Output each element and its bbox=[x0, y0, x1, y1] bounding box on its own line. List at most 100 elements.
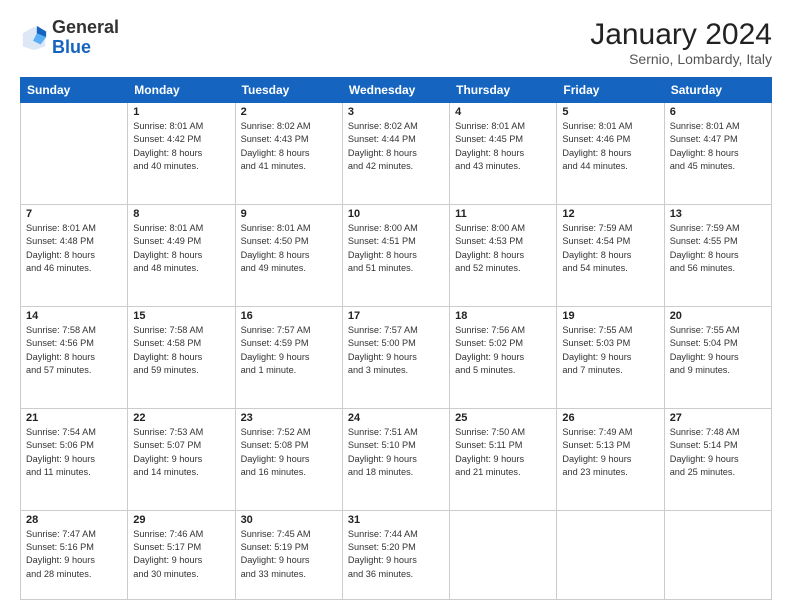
weekday-header-row: Sunday Monday Tuesday Wednesday Thursday… bbox=[21, 78, 772, 103]
day-number: 29 bbox=[133, 514, 229, 526]
cell-w5-d5 bbox=[557, 510, 664, 599]
cell-w2-d6: 13 Sunrise: 7:59 AMSunset: 4:55 PMDayligh… bbox=[664, 204, 771, 306]
day-number: 20 bbox=[670, 310, 766, 322]
day-info: Sunrise: 8:01 AMSunset: 4:50 PMDaylight:… bbox=[241, 222, 337, 275]
logo: General Blue bbox=[20, 18, 119, 58]
day-info: Sunrise: 8:00 AMSunset: 4:53 PMDaylight:… bbox=[455, 222, 551, 275]
week-row-1: 1 Sunrise: 8:01 AMSunset: 4:42 PMDaylight… bbox=[21, 103, 772, 205]
cell-w1-d0 bbox=[21, 103, 128, 205]
cell-w3-d0: 14 Sunrise: 7:58 AMSunset: 4:56 PMDayligh… bbox=[21, 306, 128, 408]
day-info: Sunrise: 7:47 AMSunset: 5:16 PMDaylight:… bbox=[26, 528, 122, 581]
cell-w1-d2: 2 Sunrise: 8:02 AMSunset: 4:43 PMDaylight… bbox=[235, 103, 342, 205]
day-number: 5 bbox=[562, 106, 658, 118]
cell-w1-d1: 1 Sunrise: 8:01 AMSunset: 4:42 PMDaylight… bbox=[128, 103, 235, 205]
cell-w4-d2: 23 Sunrise: 7:52 AMSunset: 5:08 PMDayligh… bbox=[235, 408, 342, 510]
header-monday: Monday bbox=[128, 78, 235, 103]
day-number: 9 bbox=[241, 208, 337, 220]
day-info: Sunrise: 7:57 AMSunset: 4:59 PMDaylight:… bbox=[241, 324, 337, 377]
cell-w3-d3: 17 Sunrise: 7:57 AMSunset: 5:00 PMDayligh… bbox=[342, 306, 449, 408]
day-number: 12 bbox=[562, 208, 658, 220]
logo-text: General Blue bbox=[52, 18, 119, 58]
day-number: 6 bbox=[670, 106, 766, 118]
header-friday: Friday bbox=[557, 78, 664, 103]
cell-w3-d5: 19 Sunrise: 7:55 AMSunset: 5:03 PMDayligh… bbox=[557, 306, 664, 408]
day-info: Sunrise: 7:58 AMSunset: 4:58 PMDaylight:… bbox=[133, 324, 229, 377]
day-number: 11 bbox=[455, 208, 551, 220]
day-number: 30 bbox=[241, 514, 337, 526]
day-info: Sunrise: 7:55 AMSunset: 5:03 PMDaylight:… bbox=[562, 324, 658, 377]
day-info: Sunrise: 7:44 AMSunset: 5:20 PMDaylight:… bbox=[348, 528, 444, 581]
day-number: 19 bbox=[562, 310, 658, 322]
day-info: Sunrise: 7:55 AMSunset: 5:04 PMDaylight:… bbox=[670, 324, 766, 377]
header-saturday: Saturday bbox=[664, 78, 771, 103]
day-number: 27 bbox=[670, 412, 766, 424]
cell-w2-d3: 10 Sunrise: 8:00 AMSunset: 4:51 PMDayligh… bbox=[342, 204, 449, 306]
cell-w1-d6: 6 Sunrise: 8:01 AMSunset: 4:47 PMDaylight… bbox=[664, 103, 771, 205]
cell-w1-d3: 3 Sunrise: 8:02 AMSunset: 4:44 PMDaylight… bbox=[342, 103, 449, 205]
day-info: Sunrise: 8:01 AMSunset: 4:48 PMDaylight:… bbox=[26, 222, 122, 275]
cell-w3-d2: 16 Sunrise: 7:57 AMSunset: 4:59 PMDayligh… bbox=[235, 306, 342, 408]
day-info: Sunrise: 8:01 AMSunset: 4:45 PMDaylight:… bbox=[455, 120, 551, 173]
day-info: Sunrise: 8:01 AMSunset: 4:42 PMDaylight:… bbox=[133, 120, 229, 173]
day-info: Sunrise: 7:46 AMSunset: 5:17 PMDaylight:… bbox=[133, 528, 229, 581]
day-info: Sunrise: 8:00 AMSunset: 4:51 PMDaylight:… bbox=[348, 222, 444, 275]
day-number: 2 bbox=[241, 106, 337, 118]
cell-w2-d0: 7 Sunrise: 8:01 AMSunset: 4:48 PMDaylight… bbox=[21, 204, 128, 306]
header-thursday: Thursday bbox=[450, 78, 557, 103]
cell-w5-d6 bbox=[664, 510, 771, 599]
day-info: Sunrise: 7:51 AMSunset: 5:10 PMDaylight:… bbox=[348, 426, 444, 479]
day-number: 3 bbox=[348, 106, 444, 118]
day-info: Sunrise: 7:56 AMSunset: 5:02 PMDaylight:… bbox=[455, 324, 551, 377]
cell-w5-d0: 28 Sunrise: 7:47 AMSunset: 5:16 PMDayligh… bbox=[21, 510, 128, 599]
header-tuesday: Tuesday bbox=[235, 78, 342, 103]
day-number: 23 bbox=[241, 412, 337, 424]
logo-icon bbox=[20, 24, 48, 52]
day-info: Sunrise: 7:54 AMSunset: 5:06 PMDaylight:… bbox=[26, 426, 122, 479]
cell-w3-d4: 18 Sunrise: 7:56 AMSunset: 5:02 PMDayligh… bbox=[450, 306, 557, 408]
header: General Blue January 2024 Sernio, Lombar… bbox=[20, 18, 772, 67]
month-title: January 2024 bbox=[590, 18, 772, 51]
cell-w4-d4: 25 Sunrise: 7:50 AMSunset: 5:11 PMDayligh… bbox=[450, 408, 557, 510]
day-number: 18 bbox=[455, 310, 551, 322]
calendar-page: General Blue January 2024 Sernio, Lombar… bbox=[0, 0, 792, 612]
day-number: 1 bbox=[133, 106, 229, 118]
day-info: Sunrise: 7:53 AMSunset: 5:07 PMDaylight:… bbox=[133, 426, 229, 479]
day-info: Sunrise: 7:57 AMSunset: 5:00 PMDaylight:… bbox=[348, 324, 444, 377]
day-number: 4 bbox=[455, 106, 551, 118]
day-info: Sunrise: 8:01 AMSunset: 4:49 PMDaylight:… bbox=[133, 222, 229, 275]
day-number: 13 bbox=[670, 208, 766, 220]
cell-w2-d2: 9 Sunrise: 8:01 AMSunset: 4:50 PMDaylight… bbox=[235, 204, 342, 306]
day-number: 17 bbox=[348, 310, 444, 322]
day-number: 7 bbox=[26, 208, 122, 220]
week-row-4: 21 Sunrise: 7:54 AMSunset: 5:06 PMDayligh… bbox=[21, 408, 772, 510]
cell-w3-d6: 20 Sunrise: 7:55 AMSunset: 5:04 PMDayligh… bbox=[664, 306, 771, 408]
cell-w5-d2: 30Sunrise: 7:45 AMSunset: 5:19 PMDayligh… bbox=[235, 510, 342, 599]
day-info: Sunrise: 8:01 AMSunset: 4:47 PMDaylight:… bbox=[670, 120, 766, 173]
cell-w5-d4 bbox=[450, 510, 557, 599]
cell-w1-d4: 4 Sunrise: 8:01 AMSunset: 4:45 PMDaylight… bbox=[450, 103, 557, 205]
day-number: 21 bbox=[26, 412, 122, 424]
day-number: 16 bbox=[241, 310, 337, 322]
header-wednesday: Wednesday bbox=[342, 78, 449, 103]
day-info: Sunrise: 7:48 AMSunset: 5:14 PMDaylight:… bbox=[670, 426, 766, 479]
day-info: Sunrise: 8:01 AMSunset: 4:46 PMDaylight:… bbox=[562, 120, 658, 173]
cell-w1-d5: 5 Sunrise: 8:01 AMSunset: 4:46 PMDaylight… bbox=[557, 103, 664, 205]
week-row-3: 14 Sunrise: 7:58 AMSunset: 4:56 PMDayligh… bbox=[21, 306, 772, 408]
day-info: Sunrise: 7:58 AMSunset: 4:56 PMDaylight:… bbox=[26, 324, 122, 377]
cell-w4-d0: 21 Sunrise: 7:54 AMSunset: 5:06 PMDayligh… bbox=[21, 408, 128, 510]
week-row-5: 28 Sunrise: 7:47 AMSunset: 5:16 PMDayligh… bbox=[21, 510, 772, 599]
day-info: Sunrise: 8:02 AMSunset: 4:43 PMDaylight:… bbox=[241, 120, 337, 173]
day-info: Sunrise: 7:59 AMSunset: 4:55 PMDaylight:… bbox=[670, 222, 766, 275]
day-info: Sunrise: 7:52 AMSunset: 5:08 PMDaylight:… bbox=[241, 426, 337, 479]
day-number: 10 bbox=[348, 208, 444, 220]
day-number: 14 bbox=[26, 310, 122, 322]
week-row-2: 7 Sunrise: 8:01 AMSunset: 4:48 PMDaylight… bbox=[21, 204, 772, 306]
day-info: Sunrise: 8:02 AMSunset: 4:44 PMDaylight:… bbox=[348, 120, 444, 173]
day-number: 25 bbox=[455, 412, 551, 424]
day-number: 24 bbox=[348, 412, 444, 424]
header-sunday: Sunday bbox=[21, 78, 128, 103]
location: Sernio, Lombardy, Italy bbox=[590, 51, 772, 67]
day-number: 8 bbox=[133, 208, 229, 220]
day-number: 28 bbox=[26, 514, 122, 526]
day-info: Sunrise: 7:50 AMSunset: 5:11 PMDaylight:… bbox=[455, 426, 551, 479]
